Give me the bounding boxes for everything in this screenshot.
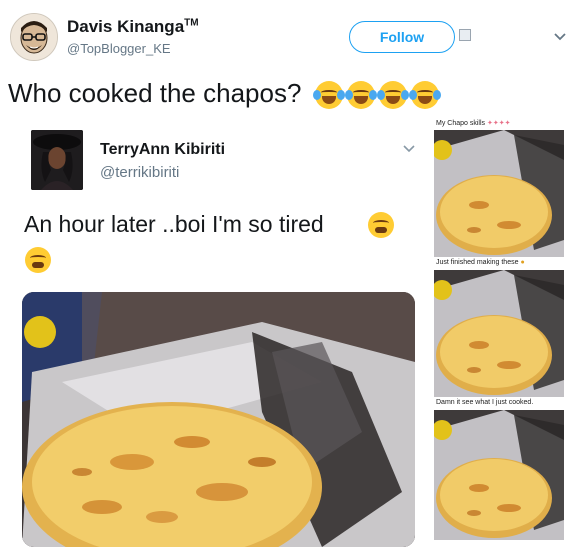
avatar-illustration (11, 14, 57, 60)
tears-of-joy-emoji-icon (312, 81, 345, 110)
trademark-mark: TM (184, 17, 199, 29)
embedded-chevron-down-icon (403, 145, 415, 153)
chapati-photo-thumb-3[interactable] (434, 410, 564, 540)
chapati-thumb-illustration (434, 270, 564, 397)
raised-hands-emoji-icon: ✦✦✦✦ (486, 120, 511, 127)
tears-of-joy-emoji-icon (408, 81, 441, 110)
strip-caption-2-text: Just finished making these (436, 259, 519, 266)
chapati-photo-thumb-2[interactable] (434, 270, 564, 397)
author-avatar[interactable] (10, 13, 58, 61)
chapati-photo-thumb-1[interactable] (434, 130, 564, 257)
tired-face-emoji-icon (25, 247, 51, 273)
strip-caption-2: Just finished making these ● (436, 259, 525, 266)
embedded-tweet-text: An hour later ..boi I'm so tired (24, 211, 324, 237)
strip-caption-3-text: Damn it see what I just cooked. (436, 399, 534, 406)
tweet-text: Who cooked the chapos? (8, 78, 441, 110)
author-name-text: Davis Kinanga (67, 17, 185, 36)
tweet-emoji-row (312, 81, 441, 110)
embedded-avatar-photo (31, 130, 83, 190)
chef-emoji-icon: ● (520, 259, 525, 266)
small-image-icon (459, 29, 471, 41)
tears-of-joy-emoji-icon (344, 81, 377, 110)
strip-caption-1: My Chapo skills ✦✦✦✦ (436, 119, 510, 127)
embedded-author-avatar[interactable] (31, 130, 83, 190)
chapati-photo-large[interactable] (22, 292, 415, 547)
chapati-thumb-illustration (434, 410, 564, 540)
author-handle[interactable]: @TopBlogger_KE (67, 41, 171, 56)
author-name[interactable]: Davis KinangaTM (67, 17, 199, 37)
strip-caption-1-text: My Chapo skills (436, 120, 486, 127)
follow-button[interactable]: Follow (349, 21, 455, 53)
embedded-author-handle[interactable]: @terrikibiriti (100, 164, 179, 181)
strip-caption-3: Damn it see what I just cooked. (436, 399, 533, 406)
chevron-down-icon[interactable] (552, 28, 568, 44)
tired-face-emoji-icon (368, 212, 394, 238)
tears-of-joy-emoji-icon (376, 81, 409, 110)
embedded-author-name[interactable]: TerryAnn Kibiriti (100, 141, 225, 159)
tweet-text-content: Who cooked the chapos? (8, 78, 302, 108)
chapati-thumb-illustration (434, 130, 564, 257)
chapati-photo-illustration (22, 292, 415, 547)
